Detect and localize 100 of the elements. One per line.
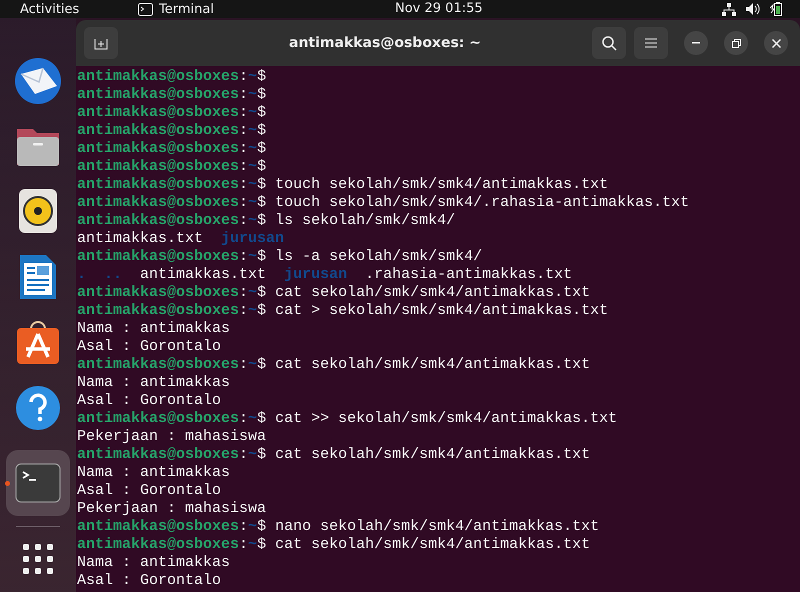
prompt-symbol: $ — [257, 122, 266, 140]
prompt-separator: : — [239, 194, 248, 212]
prompt-symbol: $ — [257, 446, 266, 464]
directory-name: .. — [104, 266, 122, 284]
output-text: Asal : Gorontalo — [77, 338, 222, 356]
terminal-icon — [15, 462, 61, 503]
prompt-separator: : — [239, 248, 248, 266]
output-text: Pekerjaan : mahasiswa — [77, 500, 266, 518]
app-grid-icon — [22, 543, 54, 576]
prompt-user: antimakkas@osboxes — [77, 86, 240, 104]
prompt-separator: : — [239, 446, 248, 464]
battery-icon[interactable] — [770, 2, 784, 16]
running-indicator — [5, 481, 10, 486]
prompt-user: antimakkas@osboxes — [77, 122, 240, 140]
dock-item-active[interactable] — [6, 450, 70, 516]
restore-icon — [732, 38, 740, 48]
output-text: Nama : antimakkas — [77, 374, 230, 392]
command-text: touch sekolah/smk/smk4/antimakkas.txt — [274, 176, 608, 194]
prompt-user: antimakkas@osboxes — [77, 194, 240, 212]
menu-icon — [645, 38, 657, 48]
close-button[interactable] — [764, 31, 788, 55]
minimize-button[interactable] — [684, 31, 708, 55]
prompt-user: antimakkas@osboxes — [77, 104, 240, 122]
prompt-path: ~ — [248, 212, 258, 230]
prompt-symbol: $ — [257, 86, 266, 104]
prompt-symbol: $ — [257, 284, 266, 302]
output-text: Nama : antimakkas — [77, 320, 230, 338]
prompt-user: antimakkas@osboxes — [77, 356, 240, 374]
minimize-icon — [692, 42, 700, 44]
prompt-separator: : — [239, 122, 248, 140]
file-name: .rahasia-antimakkas.txt — [365, 266, 572, 284]
prompt-symbol: $ — [257, 302, 266, 320]
prompt-path: ~ — [248, 140, 258, 158]
prompt-user: antimakkas@osboxes — [77, 176, 240, 194]
command-text: nano sekolah/smk/smk4/antimakkas.txt — [274, 518, 600, 536]
prompt-separator: : — [239, 158, 248, 176]
command-text: ls -a sekolah/smk/smk4/ — [274, 248, 482, 266]
prompt-user: antimakkas@osboxes — [77, 536, 240, 554]
prompt-separator: : — [239, 410, 248, 428]
prompt-path: ~ — [248, 302, 258, 320]
prompt-path: ~ — [248, 176, 258, 194]
prompt-user: antimakkas@osboxes — [77, 212, 240, 230]
output-text: Nama : antimakkas — [77, 554, 230, 572]
prompt-symbol: $ — [257, 518, 266, 536]
prompt-symbol: $ — [257, 176, 266, 194]
prompt-separator: : — [239, 86, 248, 104]
prompt-path: ~ — [248, 86, 258, 104]
prompt-user: antimakkas@osboxes — [77, 302, 240, 320]
search-icon — [602, 36, 616, 50]
prompt-symbol: $ — [257, 410, 266, 428]
prompt-path: ~ — [248, 122, 258, 140]
clock[interactable]: Nov 29 01:55 — [395, 0, 483, 18]
prompt-path: ~ — [248, 446, 258, 464]
app-menu[interactable]: Terminal — [159, 2, 214, 16]
directory-name: jurusan — [284, 266, 348, 284]
command-text: cat sekolah/smk/smk4/antimakkas.txt — [274, 284, 590, 302]
prompt-symbol: $ — [257, 140, 266, 158]
command-text: ls sekolah/smk/smk4/ — [274, 212, 456, 230]
output-text: Asal : Gorontalo — [77, 482, 222, 500]
prompt-symbol: $ — [257, 194, 266, 212]
output-text: Pekerjaan : mahasiswa — [77, 428, 266, 446]
new-tab-button[interactable] — [84, 27, 118, 59]
prompt-symbol: $ — [257, 158, 266, 176]
prompt-symbol: $ — [257, 68, 266, 86]
speaker-icon — [18, 188, 58, 234]
prompt-separator: : — [239, 302, 248, 320]
prompt-path: ~ — [248, 248, 258, 266]
prompt-separator: : — [239, 176, 248, 194]
prompt-symbol: $ — [257, 248, 266, 266]
prompt-user: antimakkas@osboxes — [77, 518, 240, 536]
prompt-symbol: $ — [257, 104, 266, 122]
mail-icon — [13, 56, 63, 106]
activities-button[interactable]: Activities — [0, 2, 120, 16]
network-icon[interactable] — [722, 2, 736, 16]
search-button[interactable] — [592, 27, 626, 59]
command-text: cat sekolah/smk/smk4/antimakkas.txt — [274, 356, 590, 374]
prompt-symbol: $ — [257, 536, 266, 554]
command-text: cat >> sekolah/smk/smk4/antimakkas.txt — [274, 410, 618, 428]
prompt-separator: : — [239, 140, 248, 158]
restore-button[interactable] — [724, 31, 748, 55]
help-icon — [15, 384, 61, 431]
prompt-user: antimakkas@osboxes — [77, 284, 240, 302]
prompt-separator: : — [239, 356, 248, 374]
file-name: antimakkas.txt — [140, 266, 266, 284]
prompt-user: antimakkas@osboxes — [77, 68, 240, 86]
prompt-user: antimakkas@osboxes — [77, 446, 240, 464]
volume-icon[interactable] — [746, 3, 760, 15]
terminal-output[interactable] — [76, 66, 800, 592]
command-text: cat sekolah/smk/smk4/antimakkas.txt — [274, 536, 590, 554]
store-icon — [15, 319, 61, 366]
directory-name: . — [77, 266, 86, 284]
prompt-path: ~ — [248, 68, 258, 86]
prompt-path: ~ — [248, 356, 258, 374]
menu-button[interactable] — [634, 27, 668, 59]
prompt-symbol: $ — [257, 212, 266, 230]
file-name: antimakkas.txt — [77, 230, 204, 248]
output-text: Nama : antimakkas — [77, 464, 230, 482]
prompt-path: ~ — [248, 104, 258, 122]
prompt-path: ~ — [248, 536, 258, 554]
prompt-separator: : — [239, 536, 248, 554]
